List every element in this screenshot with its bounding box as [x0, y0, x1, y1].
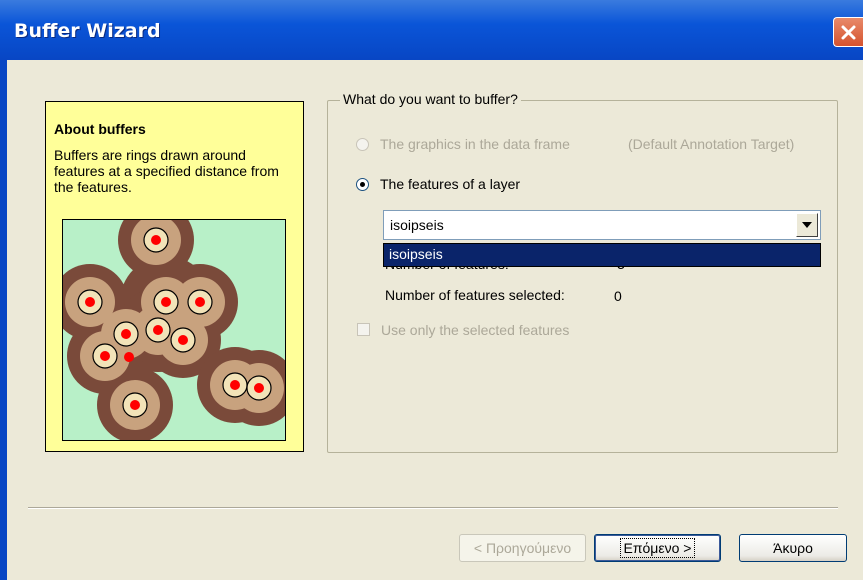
chevron-down-icon: [802, 222, 812, 228]
next-button[interactable]: Επόμενο >: [594, 534, 721, 562]
layer-select[interactable]: isoipseis: [383, 210, 821, 240]
next-button-label: Επόμενο >: [619, 538, 696, 558]
cancel-button[interactable]: Άκυρο: [739, 534, 847, 562]
radio-features[interactable]: [356, 178, 369, 191]
radio-features-label: The features of a layer: [380, 176, 521, 192]
radio-graphics-note: (Default Annotation Target): [628, 136, 795, 152]
about-description: Buffers are rings drawn around features …: [54, 147, 279, 195]
layer-dropdown-list: isoipseis: [383, 243, 821, 267]
buffer-target-group: What do you want to buffer?: [327, 91, 838, 453]
radio-graphics-label: The graphics in the data frame: [380, 136, 570, 152]
close-icon: [841, 25, 856, 40]
close-button[interactable]: [833, 17, 863, 47]
about-panel: About buffers Buffers are rings drawn ar…: [45, 101, 304, 452]
radio-graphics[interactable]: [356, 138, 369, 151]
separator: [28, 507, 838, 509]
window-border: [0, 60, 7, 580]
use-selected-label: Use only the selected features: [381, 322, 570, 338]
layer-select-value: isoipseis: [390, 217, 444, 233]
about-title: About buffers: [54, 121, 146, 137]
num-selected-label: Number of features selected:: [385, 287, 565, 303]
back-button[interactable]: < Προηγούμενο: [459, 534, 586, 562]
use-selected-checkbox[interactable]: [357, 323, 370, 336]
dropdown-option[interactable]: isoipseis: [389, 246, 443, 262]
window-title: Buffer Wizard: [14, 20, 161, 42]
dropdown-button[interactable]: [796, 213, 818, 237]
num-selected-value: 0: [614, 288, 622, 304]
group-legend: What do you want to buffer?: [340, 91, 521, 107]
title-bar[interactable]: Buffer Wizard: [0, 0, 863, 60]
buffer-illustration: [52, 202, 297, 443]
